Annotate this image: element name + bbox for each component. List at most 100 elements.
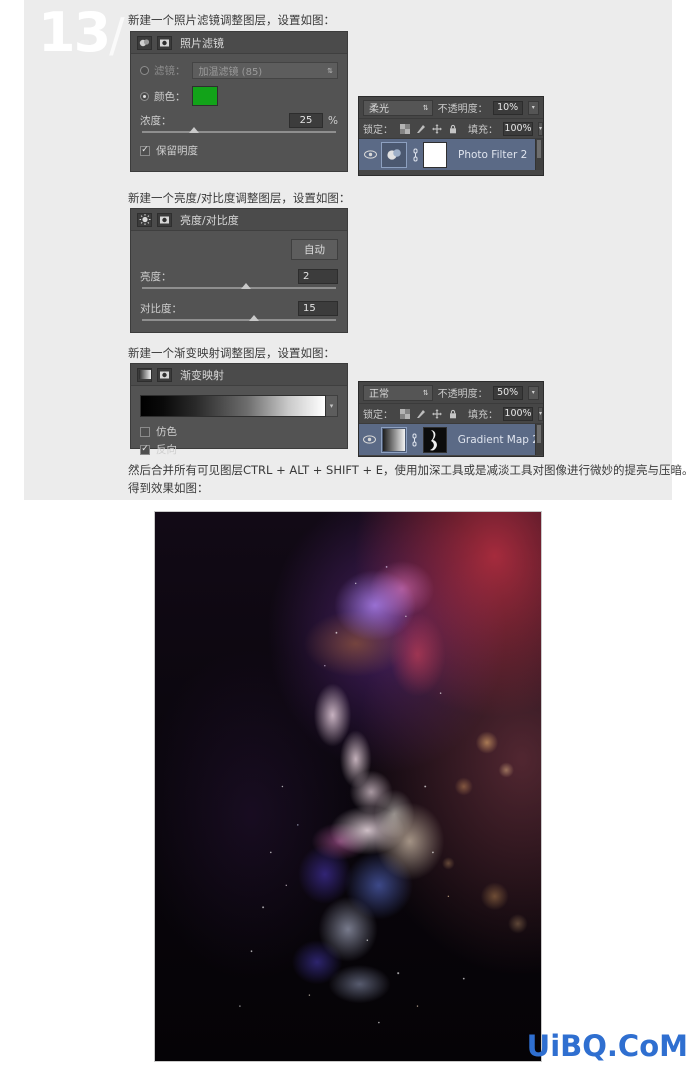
brightness-value[interactable]: 2 <box>298 269 338 284</box>
fill-label: 填充： <box>468 125 498 136</box>
lock-image-brush-icon[interactable] <box>416 124 426 134</box>
layer-mask-thumbnail[interactable] <box>423 141 447 168</box>
lock-all-padlock-icon[interactable] <box>448 124 458 134</box>
photo-filter-icon[interactable] <box>137 35 152 50</box>
layer-mask-link-icon[interactable] <box>411 148 419 162</box>
layer-row-gradient-map[interactable]: Gradient Map 2 <box>359 423 543 455</box>
brightness-sun-icon[interactable] <box>137 212 152 227</box>
fill-stepper-icon[interactable]: ▾ <box>538 121 544 136</box>
gradient-picker-chevron-icon[interactable]: ▾ <box>326 395 338 417</box>
gradient-map-panel[interactable]: 渐变映射 ▾ 仿色 ✓ 反向 <box>130 363 348 456</box>
layer-mask-thumbnail[interactable] <box>422 426 447 453</box>
photo-filter-panel-header: 照片滤镜 <box>131 32 347 54</box>
clip-to-layer-icon[interactable] <box>157 367 172 382</box>
opacity-stepper-icon[interactable]: ▾ <box>527 385 539 400</box>
layer-visibility-eye-icon[interactable] <box>363 150 377 159</box>
step-number: 13/ <box>38 6 125 60</box>
photo-filter-panel[interactable]: 照片滤镜 滤镜： 加温滤镜 (85) ⇅ 颜色： 浓度： 25 % ✓ 保留明度 <box>130 31 348 172</box>
blend-mode-select[interactable]: 柔光 ⇅ <box>363 99 433 116</box>
gradient-preview-bar[interactable] <box>140 395 326 417</box>
lock-icon-group <box>400 408 458 419</box>
lock-position-move-icon[interactable] <box>432 123 442 134</box>
brightness-panel-body: 自动 亮度： 2 对比度： 15 <box>131 231 347 325</box>
layers-options-row: 柔光 ⇅ 不透明度： 10% ▾ <box>359 97 543 118</box>
auto-button[interactable]: 自动 <box>291 239 338 260</box>
lock-image-brush-icon[interactable] <box>416 409 426 419</box>
density-unit: % <box>328 114 338 127</box>
lock-transparency-icon[interactable] <box>400 408 410 419</box>
color-row[interactable]: 颜色： <box>140 86 338 106</box>
opacity-value[interactable]: 50% <box>492 385 523 400</box>
layer-name: Photo Filter 2 <box>458 148 528 161</box>
layer-visibility-eye-icon[interactable] <box>363 435 377 444</box>
dither-checkbox[interactable] <box>140 426 150 437</box>
filter-select[interactable]: 加温滤镜 (85) ⇅ <box>191 62 338 79</box>
brightness-panel-header: 亮度/对比度 <box>131 209 347 231</box>
opacity-stepper-icon[interactable]: ▾ <box>527 100 539 115</box>
lock-position-move-icon[interactable] <box>432 408 442 419</box>
brightness-contrast-panel[interactable]: 亮度/对比度 自动 亮度： 2 对比度： 15 <box>130 208 348 333</box>
brightness-slider[interactable] <box>142 283 336 289</box>
layers-panel-gradient-map[interactable]: 正常 ⇅ 不透明度： 50% ▾ 锁定： 填充： 100% ▾ Gradient… <box>358 381 544 457</box>
gradient-map-panel-body: ▾ 仿色 ✓ 反向 <box>131 386 347 461</box>
blend-mode-select[interactable]: 正常 ⇅ <box>363 384 433 401</box>
opacity-label: 不透明度： <box>437 104 488 115</box>
lock-label: 锁定： <box>363 410 393 421</box>
layer-mask-link-icon[interactable] <box>411 433 419 447</box>
fill-value[interactable]: 100% <box>503 406 533 421</box>
reverse-row[interactable]: ✓ 反向 <box>140 442 338 457</box>
layer-adjustment-thumbnail[interactable] <box>381 141 407 168</box>
filter-select-value: 加温滤镜 (85) <box>198 67 263 78</box>
density-value[interactable]: 25 <box>289 113 324 128</box>
preserve-luminosity-checkbox[interactable]: ✓ <box>140 145 150 156</box>
clip-to-layer-icon[interactable] <box>157 35 172 50</box>
color-radio[interactable] <box>140 91 149 101</box>
layer-row-photo-filter[interactable]: Photo Filter 2 <box>359 138 543 170</box>
density-slider-knob[interactable] <box>188 127 199 133</box>
clip-to-layer-icon[interactable] <box>157 212 172 227</box>
brightness-slider-knob[interactable] <box>240 283 251 289</box>
contrast-row[interactable]: 对比度： 15 <box>140 301 338 321</box>
gradient-map-icon[interactable] <box>137 367 152 382</box>
chevron-updown-icon: ⇅ <box>422 103 429 112</box>
layers-options-row: 正常 ⇅ 不透明度： 50% ▾ <box>359 382 543 403</box>
caption-result: 得到效果如图： <box>128 481 209 495</box>
color-label: 颜色： <box>154 90 186 103</box>
tutorial-content-block: 13/ 新建一个照片滤镜调整图层，设置如图： 照片滤镜 滤镜： 加温滤镜 (85… <box>24 0 694 500</box>
layers-scrollbar[interactable] <box>535 424 543 455</box>
preserve-luminosity-row[interactable]: ✓ 保留明度 <box>140 143 338 158</box>
lock-label: 锁定： <box>363 125 393 136</box>
dither-row[interactable]: 仿色 <box>140 424 338 439</box>
layer-name: Gradient Map 2 <box>457 433 539 446</box>
gradient-map-panel-title: 渐变映射 <box>180 368 224 382</box>
density-row[interactable]: 浓度： 25 % <box>140 113 338 133</box>
color-swatch[interactable] <box>191 86 218 106</box>
filter-row[interactable]: 滤镜： 加温滤镜 (85) ⇅ <box>140 62 338 79</box>
brightness-row[interactable]: 亮度： 2 <box>140 269 338 289</box>
contrast-value[interactable]: 15 <box>298 301 338 316</box>
filter-label: 滤镜： <box>154 65 186 77</box>
chevron-updown-icon: ⇅ <box>422 388 429 397</box>
caption-gradient-map: 新建一个渐变映射调整图层，设置如图： <box>128 346 335 360</box>
contrast-slider[interactable] <box>142 315 336 321</box>
gradient-preview-row[interactable]: ▾ <box>140 395 338 417</box>
lock-transparency-icon[interactable] <box>400 123 410 134</box>
caption-merge-dodge-burn: 然后合并所有可见图层CTRL + ALT + SHIFT + E，使用加深工具或… <box>128 463 694 477</box>
filter-radio[interactable] <box>140 66 149 75</box>
layers-scrollbar[interactable] <box>535 139 543 170</box>
fill-value[interactable]: 100% <box>503 121 533 136</box>
opacity-label: 不透明度： <box>437 389 488 400</box>
contrast-label: 对比度： <box>140 303 182 315</box>
preserve-luminosity-label: 保留明度 <box>156 145 198 157</box>
layer-adjustment-thumbnail[interactable] <box>380 426 407 453</box>
reverse-checkbox[interactable]: ✓ <box>140 444 150 455</box>
caption-photo-filter: 新建一个照片滤镜调整图层，设置如图： <box>128 13 335 27</box>
fill-stepper-icon[interactable]: ▾ <box>538 406 544 421</box>
lock-all-padlock-icon[interactable] <box>448 409 458 419</box>
chevron-updown-icon: ⇅ <box>327 66 333 75</box>
contrast-slider-knob[interactable] <box>248 315 259 321</box>
layers-panel-photo-filter[interactable]: 柔光 ⇅ 不透明度： 10% ▾ 锁定： 填充： 100% ▾ Photo Fi… <box>358 96 544 176</box>
brightness-label: 亮度： <box>140 271 172 283</box>
opacity-value[interactable]: 10% <box>492 100 523 115</box>
density-slider[interactable] <box>142 127 336 133</box>
